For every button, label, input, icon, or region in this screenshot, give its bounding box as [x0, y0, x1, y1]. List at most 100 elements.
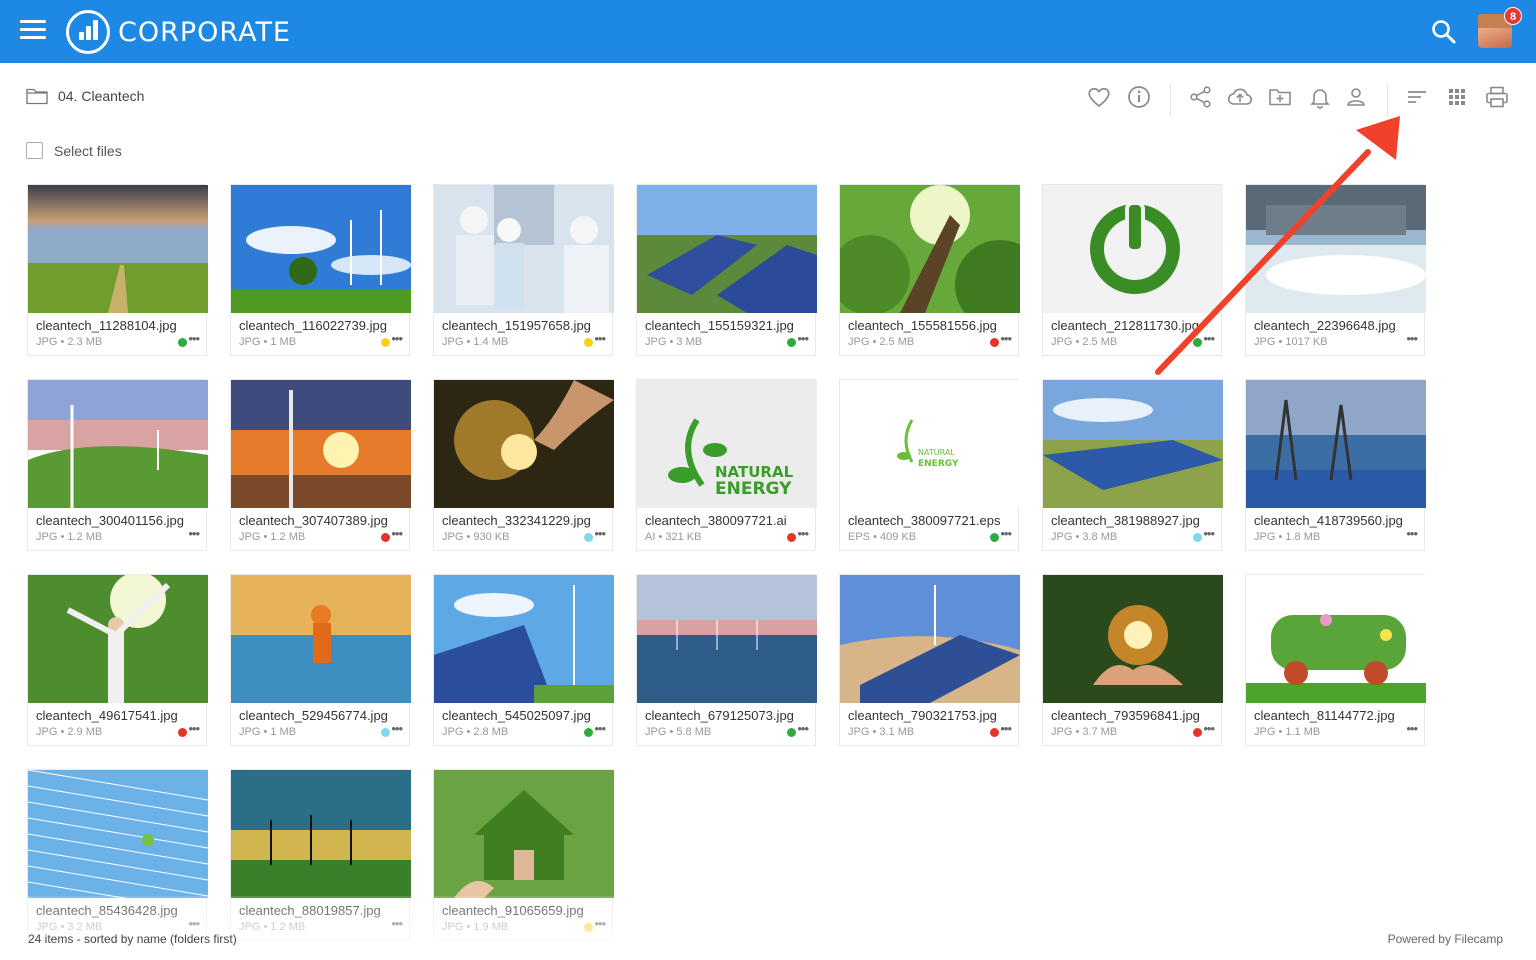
file-card[interactable]: cleantech_85436428.jpg JPG • 3.2 MB ••• [27, 769, 208, 941]
file-name[interactable]: cleantech_151957658.jpg [442, 318, 591, 333]
cloud-upload-icon[interactable] [1226, 83, 1254, 111]
file-name[interactable]: cleantech_22396648.jpg [1254, 318, 1396, 333]
file-thumbnail[interactable] [28, 575, 208, 703]
more-options-icon[interactable]: ••• [797, 721, 809, 736]
print-icon[interactable] [1483, 83, 1511, 111]
file-card[interactable]: NATURAL ENERGY cleantech_380097721.ai AI • … [636, 379, 817, 551]
file-name[interactable]: cleantech_381988927.jpg [1051, 513, 1200, 528]
file-thumbnail[interactable] [1043, 185, 1223, 313]
select-files[interactable]: Select files [26, 142, 122, 159]
file-thumbnail[interactable] [637, 185, 817, 313]
more-options-icon[interactable]: ••• [1406, 721, 1418, 736]
brand-logo[interactable]: CORPORATE [66, 10, 291, 54]
file-thumbnail[interactable] [434, 380, 614, 508]
file-name[interactable]: cleantech_85436428.jpg [36, 903, 178, 918]
file-name[interactable]: cleantech_88019857.jpg [239, 903, 381, 918]
file-card[interactable]: cleantech_381988927.jpg JPG • 3.8 MB ••• [1042, 379, 1223, 551]
file-thumbnail[interactable] [1043, 380, 1223, 508]
user-icon[interactable] [1342, 83, 1370, 111]
more-options-icon[interactable]: ••• [594, 331, 606, 346]
more-options-icon[interactable]: ••• [1406, 331, 1418, 346]
more-options-icon[interactable]: ••• [1000, 526, 1012, 541]
info-icon[interactable] [1125, 83, 1153, 111]
file-card[interactable]: cleantech_91065659.jpg JPG • 1.9 MB ••• [433, 769, 614, 941]
file-name[interactable]: cleantech_300401156.jpg [36, 513, 184, 528]
more-options-icon[interactable]: ••• [188, 526, 200, 541]
file-name[interactable]: cleantech_529456774.jpg [239, 708, 388, 723]
file-thumbnail[interactable] [28, 380, 208, 508]
file-thumbnail[interactable] [840, 185, 1020, 313]
file-name[interactable]: cleantech_212811730.jpg [1051, 318, 1199, 333]
file-thumbnail[interactable] [434, 185, 614, 313]
file-card[interactable]: cleantech_116022739.jpg JPG • 1 MB ••• [230, 184, 411, 356]
file-name[interactable]: cleantech_790321753.jpg [848, 708, 997, 723]
file-name[interactable]: cleantech_116022739.jpg [239, 318, 387, 333]
heart-icon[interactable] [1085, 83, 1113, 111]
file-thumbnail[interactable] [840, 575, 1020, 703]
file-card[interactable]: cleantech_793596841.jpg JPG • 3.7 MB ••• [1042, 574, 1223, 746]
file-card[interactable]: cleantech_49617541.jpg JPG • 2.9 MB ••• [27, 574, 208, 746]
file-thumbnail[interactable] [28, 770, 208, 898]
file-card[interactable]: cleantech_22396648.jpg JPG • 1017 KB ••• [1245, 184, 1426, 356]
more-options-icon[interactable]: ••• [1203, 526, 1215, 541]
new-folder-icon[interactable] [1266, 83, 1294, 111]
file-card[interactable]: cleantech_529456774.jpg JPG • 1 MB ••• [230, 574, 411, 746]
more-options-icon[interactable]: ••• [1406, 526, 1418, 541]
file-card[interactable]: cleantech_155159321.jpg JPG • 3 MB ••• [636, 184, 817, 356]
grid-view-icon[interactable] [1443, 83, 1471, 111]
more-options-icon[interactable]: ••• [391, 916, 403, 931]
avatar[interactable]: 8 [1478, 7, 1522, 48]
file-card[interactable]: cleantech_418739560.jpg JPG • 1.8 MB ••• [1245, 379, 1426, 551]
file-card[interactable]: cleantech_151957658.jpg JPG • 1.4 MB ••• [433, 184, 614, 356]
file-name[interactable]: cleantech_49617541.jpg [36, 708, 178, 723]
more-options-icon[interactable]: ••• [594, 916, 606, 931]
bell-icon[interactable] [1306, 83, 1334, 111]
more-options-icon[interactable]: ••• [1203, 331, 1215, 346]
file-name[interactable]: cleantech_380097721.eps [848, 513, 1001, 528]
select-all-checkbox[interactable] [26, 142, 43, 159]
file-thumbnail[interactable] [1246, 185, 1426, 313]
more-options-icon[interactable]: ••• [594, 721, 606, 736]
more-options-icon[interactable]: ••• [188, 331, 200, 346]
more-options-icon[interactable]: ••• [1000, 331, 1012, 346]
file-thumbnail[interactable] [1246, 380, 1426, 508]
file-thumbnail[interactable] [231, 185, 411, 313]
more-options-icon[interactable]: ••• [391, 721, 403, 736]
file-card[interactable]: cleantech_545025097.jpg JPG • 2.8 MB ••• [433, 574, 614, 746]
more-options-icon[interactable]: ••• [797, 331, 809, 346]
file-name[interactable]: cleantech_81144772.jpg [1254, 708, 1395, 723]
file-thumbnail[interactable] [1043, 575, 1223, 703]
more-options-icon[interactable]: ••• [594, 526, 606, 541]
more-options-icon[interactable]: ••• [188, 721, 200, 736]
share-icon[interactable] [1187, 83, 1215, 111]
more-options-icon[interactable]: ••• [391, 331, 403, 346]
file-name[interactable]: cleantech_418739560.jpg [1254, 513, 1403, 528]
file-thumbnail[interactable] [637, 575, 817, 703]
file-card[interactable]: cleantech_81144772.jpg JPG • 1.1 MB ••• [1245, 574, 1426, 746]
more-options-icon[interactable]: ••• [188, 916, 200, 931]
file-card[interactable]: cleantech_11288104.jpg JPG • 2.3 MB ••• [27, 184, 208, 356]
file-name[interactable]: cleantech_155159321.jpg [645, 318, 794, 333]
file-card[interactable]: cleantech_332341229.jpg JPG • 930 KB ••• [433, 379, 614, 551]
file-name[interactable]: cleantech_380097721.ai [645, 513, 787, 528]
file-thumbnail[interactable] [231, 575, 411, 703]
file-thumbnail[interactable] [231, 380, 411, 508]
file-name[interactable]: cleantech_793596841.jpg [1051, 708, 1200, 723]
file-name[interactable]: cleantech_11288104.jpg [36, 318, 177, 333]
file-thumbnail[interactable] [28, 185, 208, 313]
search-icon[interactable] [1430, 18, 1458, 46]
file-name[interactable]: cleantech_307407389.jpg [239, 513, 388, 528]
file-card[interactable]: cleantech_155581556.jpg JPG • 2.5 MB ••• [839, 184, 1020, 356]
sort-icon[interactable] [1403, 83, 1431, 111]
more-options-icon[interactable]: ••• [797, 526, 809, 541]
more-options-icon[interactable]: ••• [391, 526, 403, 541]
file-card[interactable]: cleantech_307407389.jpg JPG • 1.2 MB ••• [230, 379, 411, 551]
file-card[interactable]: cleantech_790321753.jpg JPG • 3.1 MB ••• [839, 574, 1020, 746]
file-thumbnail[interactable] [434, 770, 614, 898]
file-card[interactable]: cleantech_212811730.jpg JPG • 2.5 MB ••• [1042, 184, 1223, 356]
more-options-icon[interactable]: ••• [1000, 721, 1012, 736]
file-card[interactable]: cleantech_679125073.jpg JPG • 5.8 MB ••• [636, 574, 817, 746]
file-name[interactable]: cleantech_545025097.jpg [442, 708, 591, 723]
file-thumbnail[interactable] [434, 575, 614, 703]
file-thumbnail[interactable]: NATURAL ENERGY [637, 380, 817, 508]
